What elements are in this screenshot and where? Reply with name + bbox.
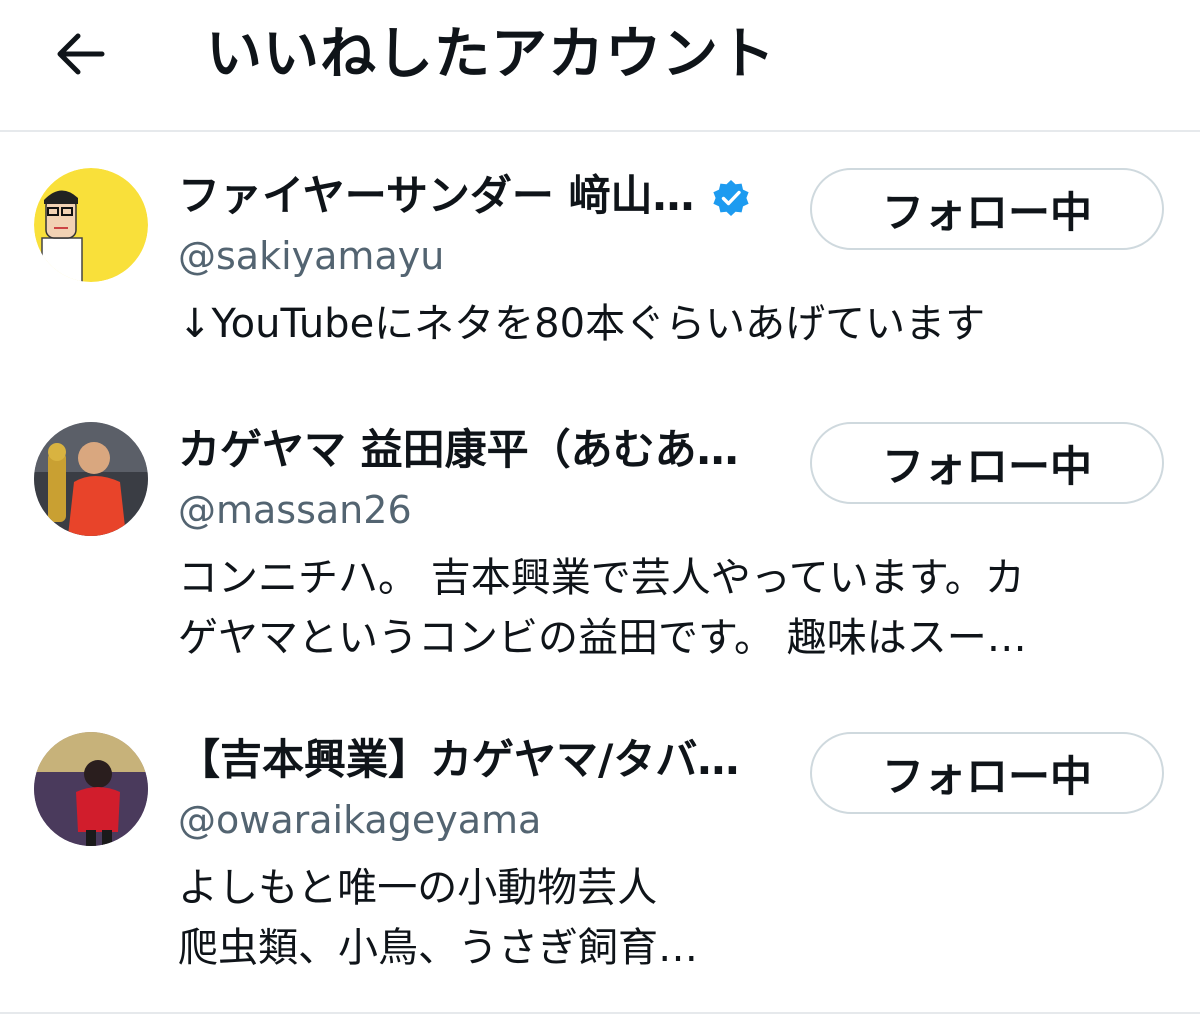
bio-line: ↓YouTubeにネタを80本ぐらいあげています xyxy=(178,301,986,347)
page-title: いいねしたアカウント xyxy=(206,22,776,87)
display-name[interactable]: ファイヤーサンダー 﨑山… xyxy=(178,168,751,224)
avatar[interactable] xyxy=(34,168,148,282)
bio-line: ゲヤマというコンビの益田です。 趣味はスー… xyxy=(178,615,1027,661)
bio: よしもと唯一の小動物芸人 爬虫類、小鳥、うさぎ飼育… xyxy=(178,858,1163,978)
bio: コンニチハ。 吉本興業で芸人やっています。カ ゲヤマというコンビの益田です。 趣… xyxy=(178,548,1163,668)
bio: ↓YouTubeにネタを80本ぐらいあげています xyxy=(178,294,1163,354)
display-name[interactable]: 【吉本興業】カゲヤマ/タバ… xyxy=(178,732,739,788)
bio-line: コンニチハ。 吉本興業で芸人やっています。カ xyxy=(178,555,1025,601)
following-button[interactable]: フォロー中 xyxy=(810,168,1164,250)
divider xyxy=(0,1012,1200,1014)
verified-badge-icon xyxy=(711,176,751,216)
top-bar: いいねしたアカウント xyxy=(0,0,1200,132)
user-handle: @owaraikageyama xyxy=(178,798,542,842)
avatar[interactable] xyxy=(34,422,148,536)
user-handle: @sakiyamayu xyxy=(178,234,445,278)
bio-line: 爬虫類、小鳥、うさぎ飼育… xyxy=(178,925,698,971)
avatar[interactable] xyxy=(34,732,148,846)
display-name[interactable]: カゲヤマ 益田康平（あむあ… xyxy=(178,422,739,478)
following-button[interactable]: フォロー中 xyxy=(810,732,1164,814)
bio-line: よしもと唯一の小動物芸人 xyxy=(178,865,658,911)
back-arrow-icon[interactable] xyxy=(48,22,112,86)
following-button[interactable]: フォロー中 xyxy=(810,422,1164,504)
user-handle: @massan26 xyxy=(178,488,412,532)
